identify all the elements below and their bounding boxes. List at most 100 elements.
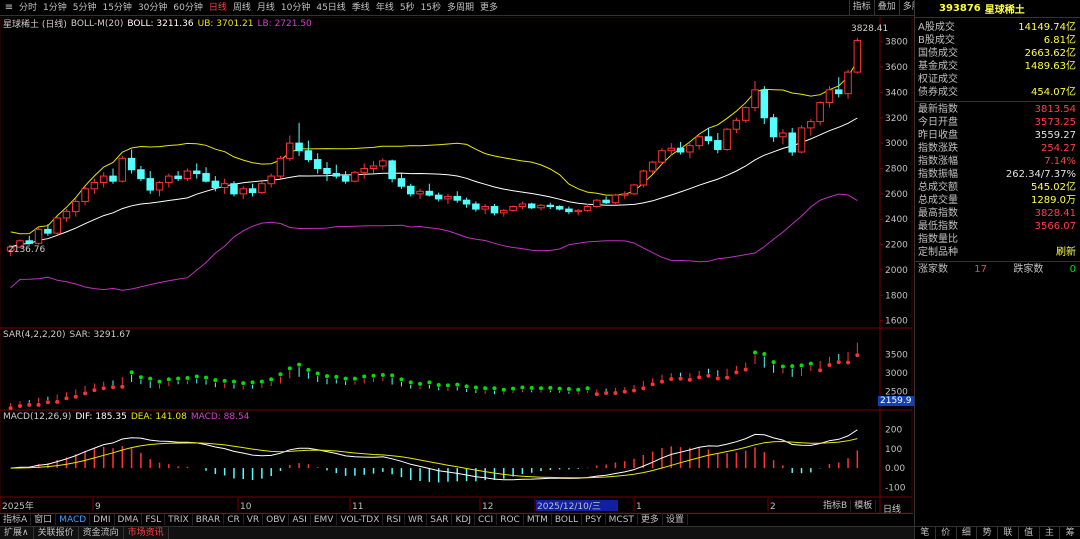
panel-value[interactable]: 刷新	[1056, 246, 1076, 259]
tool-button-0[interactable]: 指标	[848, 0, 874, 16]
panel-value: 3559.27	[1034, 130, 1076, 141]
sar-dot	[678, 376, 683, 381]
indicator-tab-5[interactable]: FSL	[142, 514, 166, 525]
candle-body	[388, 160, 396, 180]
sar-dot	[846, 360, 851, 365]
period-tab-1[interactable]: 1分钟	[40, 1, 70, 15]
right-indicator-tab-0[interactable]: 指标B	[820, 500, 852, 512]
period-tab-12[interactable]: 年线	[373, 1, 397, 15]
period-tab-16[interactable]: 更多	[477, 1, 501, 15]
chart-area[interactable]: 3800 3600 3400 3200 3000 2800 2600 2400 2200 2000…	[0, 17, 914, 515]
panel-label: 基金成交	[918, 61, 958, 72]
indicator-tab-22[interactable]: PSY	[582, 514, 606, 525]
sar-dot	[548, 385, 553, 390]
period-tab-2[interactable]: 5分钟	[70, 1, 100, 15]
panel-tab-2[interactable]: 细	[957, 527, 978, 539]
panel-tab-4[interactable]: 联	[998, 527, 1019, 539]
panel-label: 债券成交	[918, 87, 958, 98]
sar-dot	[594, 392, 599, 397]
indicator-tab-19[interactable]: ROC	[497, 514, 524, 525]
period-tab-15[interactable]: 多周期	[444, 1, 477, 15]
indicator-tab-10[interactable]: OBV	[263, 514, 290, 525]
period-tab-14[interactable]: 15秒	[418, 1, 444, 15]
panel-value: 3828.41	[1034, 208, 1076, 219]
candle-body	[695, 136, 703, 147]
indicator-tabs: 指标A 窗口 MACD DMI DMA FSL TRIX BRAR CR VR OBV ASI EMV V…	[0, 513, 913, 525]
candle-body	[267, 175, 275, 185]
right-indicator-tab-1[interactable]: 模板	[851, 500, 877, 512]
indicator-tab-18[interactable]: CCI	[475, 514, 498, 525]
candle-body	[490, 206, 499, 214]
indicator-tab-7[interactable]: BRAR	[193, 514, 225, 525]
indicator-tab-0[interactable]: 指标A	[0, 514, 32, 525]
period-tab-9[interactable]: 10分钟	[278, 1, 313, 15]
indicator-tab-24[interactable]: 更多	[638, 514, 663, 525]
candle-body	[379, 160, 387, 167]
candle-body	[34, 228, 43, 244]
menu-icon[interactable]: ≡	[2, 1, 16, 15]
panel-tab-7[interactable]: 筹	[1060, 527, 1080, 539]
candle-body	[620, 193, 629, 196]
period-tab-7[interactable]: 周线	[230, 1, 254, 15]
date-label: 10	[240, 502, 252, 512]
indicator-tab-12[interactable]: EMV	[311, 514, 338, 525]
macd-indicator-name[interactable]: MACD(12,26,9)	[3, 412, 71, 422]
panel-value: 14149.74亿	[1018, 22, 1076, 33]
turnover-section: A股成交 14149.74亿 B股成交 6.81亿 国债成交 2663.62亿 基金成交 14…	[915, 18, 1080, 102]
indicator-tab-6[interactable]: TRIX	[165, 514, 193, 525]
kline-chart[interactable]: 3800360034003200300028002600240022002000…	[0, 17, 913, 514]
status-button-1[interactable]: 关联报价	[34, 527, 79, 539]
panel-value: 1289.0万	[1031, 195, 1076, 206]
indicator-tab-25[interactable]: 设置	[663, 514, 688, 525]
period-tab-6[interactable]: 日线	[206, 1, 230, 15]
indicator-tab-21[interactable]: BOLL	[552, 514, 583, 525]
period-tab-10[interactable]: 45日线	[313, 1, 348, 15]
status-button-2[interactable]: 资金流向	[79, 527, 124, 539]
candle-body	[853, 39, 862, 73]
boll-lower-line	[10, 193, 858, 291]
indicator-tab-3[interactable]: DMI	[90, 514, 115, 525]
indicator-tab-15[interactable]: WR	[405, 514, 428, 525]
period-tab-13[interactable]: 5秒	[397, 1, 418, 15]
indicator-tab-4[interactable]: DMA	[115, 514, 143, 525]
panel-tab-1[interactable]: 价	[936, 527, 957, 539]
indicator-tab-13[interactable]: VOL-TDX	[337, 514, 384, 525]
sar-axis-label: 3000	[885, 369, 908, 379]
period-tab-11[interactable]: 季线	[349, 1, 373, 15]
sar-indicator-name[interactable]: SAR(4,2,2,20)	[3, 330, 66, 340]
period-tab-8[interactable]: 月线	[254, 1, 278, 15]
panel-tab-5[interactable]: 值	[1019, 527, 1040, 539]
candle-body	[704, 136, 713, 142]
period-tab-5[interactable]: 60分钟	[170, 1, 205, 15]
sar-dot	[706, 373, 711, 378]
candle-body	[406, 185, 415, 195]
panel-tab-3[interactable]: 势	[977, 527, 998, 539]
period-tab-4[interactable]: 30分钟	[135, 1, 170, 15]
indicator-name[interactable]: BOLL-M(20)	[71, 19, 123, 29]
indicator-tab-8[interactable]: CR	[224, 514, 244, 525]
macd-legend: MACD(12,26,9) DIF: 185.35 DEA: 141.08 MA…	[3, 412, 249, 422]
indicator-tab-2[interactable]: MACD	[56, 514, 91, 525]
dif-value: DIF: 185.35	[75, 412, 127, 422]
status-button-0[interactable]: 扩展∧	[0, 527, 34, 539]
sar-dot	[390, 373, 395, 378]
indicator-tab-20[interactable]: MTM	[524, 514, 552, 525]
period-tab-0[interactable]: 分时	[16, 1, 40, 15]
indicator-tab-9[interactable]: VR	[244, 514, 264, 525]
indicator-tab-11[interactable]: ASI	[289, 514, 311, 525]
indicator-tab-1[interactable]: 窗口	[31, 514, 57, 525]
sar-dot	[836, 360, 841, 365]
panel-tab-6[interactable]: 主	[1040, 527, 1061, 539]
period-tab-3[interactable]: 15分钟	[99, 1, 134, 15]
indicator-tab-17[interactable]: KDJ	[452, 514, 475, 525]
panel-tab-0[interactable]: 笔	[915, 527, 936, 539]
tool-button-1[interactable]: 叠加	[873, 0, 899, 16]
status-button-3[interactable]: 市场资讯	[124, 527, 169, 539]
indicator-tab-16[interactable]: SAR	[427, 514, 453, 525]
indicator-tab-14[interactable]: RSI	[383, 514, 406, 525]
panel-row-rows2-6: 总成交额 545.02亿	[915, 181, 1080, 194]
indicator-tab-23[interactable]: MCST	[606, 514, 638, 525]
candle-body	[239, 188, 248, 195]
candle-body	[137, 169, 145, 180]
candle-body	[258, 183, 266, 194]
